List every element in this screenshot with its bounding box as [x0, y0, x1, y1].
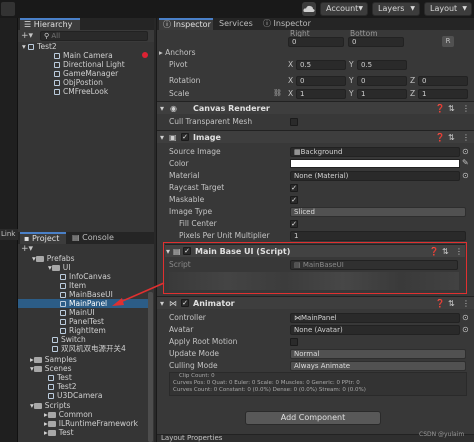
annotation-arrow: [112, 282, 165, 306]
